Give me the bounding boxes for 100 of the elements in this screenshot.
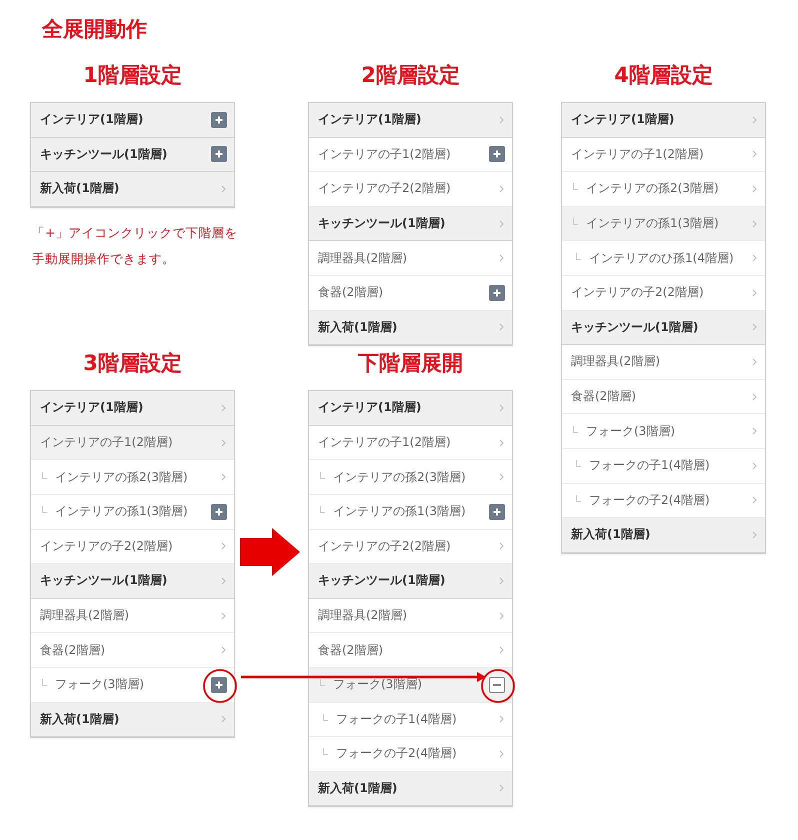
chevron-icon xyxy=(221,715,226,724)
collapse-button[interactable] xyxy=(489,676,505,693)
menu-item[interactable]: インテリアのひ孫1(4階層) xyxy=(562,241,765,276)
chevron-icon xyxy=(221,184,226,193)
chevron-icon xyxy=(499,254,504,262)
chevron-icon xyxy=(221,542,226,550)
chevron-icon xyxy=(752,150,757,158)
menu-item[interactable]: フォークの子2(4階層) xyxy=(309,737,512,772)
chevron-icon xyxy=(499,473,504,482)
chevron-icon xyxy=(752,116,757,124)
menu-item[interactable]: 新入荷(1階層) xyxy=(31,172,234,207)
menu-item[interactable]: フォーク(3階層) xyxy=(31,668,234,702)
menu-item[interactable]: インテリアの子2(2階層) xyxy=(309,172,512,207)
section-title: 下階層展開 xyxy=(357,350,464,378)
expand-button[interactable] xyxy=(489,146,505,162)
menu-item[interactable]: キッチンツール(1階層) xyxy=(562,310,765,346)
menu-item[interactable]: インテリアの孫2(3階層) xyxy=(562,172,765,207)
menu-item[interactable]: インテリア(1階層) xyxy=(309,391,512,426)
expand-button[interactable] xyxy=(211,112,227,128)
menu-item[interactable]: インテリア(1階層) xyxy=(31,391,234,426)
branch-icon xyxy=(42,679,47,686)
menu-item[interactable]: フォーク(3階層) xyxy=(309,668,512,702)
chevron-icon xyxy=(221,404,226,412)
chevron-icon xyxy=(752,288,757,297)
chevron-icon xyxy=(752,254,757,262)
menu-item[interactable]: 調理器具(2階層) xyxy=(309,598,512,634)
branch-icon xyxy=(576,460,581,468)
chevron-icon xyxy=(499,323,504,332)
chevron-icon xyxy=(752,392,757,401)
menu-item[interactable]: インテリアの孫1(3階層) xyxy=(31,494,234,530)
expand-button[interactable] xyxy=(211,146,227,162)
menu-item[interactable]: 調理器具(2階層) xyxy=(562,345,765,380)
chevron-icon xyxy=(499,184,504,193)
menu-item[interactable]: インテリアの子2(2階層) xyxy=(309,530,512,564)
menu-item[interactable]: 食器(2階層) xyxy=(309,633,512,668)
menu-item[interactable]: キッチンツール(1階層) xyxy=(31,564,234,599)
menu-item[interactable]: 新入荷(1階層) xyxy=(309,310,512,346)
menu-item[interactable]: 調理器具(2階層) xyxy=(309,241,512,276)
expand-button[interactable] xyxy=(489,284,505,301)
expand-button[interactable] xyxy=(211,676,227,693)
branch-icon xyxy=(573,183,578,190)
branch-icon xyxy=(573,426,578,433)
branch-icon xyxy=(323,714,328,721)
chevron-icon xyxy=(752,427,757,436)
chevron-icon xyxy=(221,438,226,447)
menu-item[interactable]: インテリアの孫2(3階層) xyxy=(309,460,512,495)
menu-item[interactable]: インテリアの子2(2階層) xyxy=(31,530,234,564)
menu-item[interactable]: 新入荷(1階層) xyxy=(309,772,512,806)
menu-item[interactable]: インテリアの子1(2階層) xyxy=(562,138,765,172)
menu-item[interactable]: 調理器具(2階層) xyxy=(31,598,234,634)
menu-item[interactable]: 食器(2階層) xyxy=(31,633,234,668)
chevron-icon xyxy=(499,220,504,228)
chevron-icon xyxy=(499,750,504,758)
chevron-icon xyxy=(752,220,757,228)
branch-icon xyxy=(576,252,581,260)
menu-item[interactable]: インテリアの孫1(3階層) xyxy=(309,494,512,530)
menu-item[interactable]: 新入荷(1階層) xyxy=(31,702,234,738)
branch-icon xyxy=(576,494,581,502)
section-title: 2階層設定 xyxy=(360,62,461,89)
menu-item[interactable]: フォークの子2(4階層) xyxy=(562,484,765,518)
menu-item[interactable]: インテリアの孫2(3階層) xyxy=(31,460,234,495)
chevron-icon xyxy=(752,496,757,504)
menu-item[interactable]: キッチンツール(1階層) xyxy=(31,138,234,172)
menu-item[interactable]: フォークの子1(4階層) xyxy=(309,702,512,738)
section-title: 3階層設定 xyxy=(82,350,183,378)
menu-item[interactable]: インテリアの子1(2階層) xyxy=(31,426,234,460)
chevron-icon xyxy=(221,473,226,482)
menu-item[interactable]: 新入荷(1階層) xyxy=(562,518,765,553)
chevron-icon xyxy=(499,646,504,654)
instruction-note: 「+」アイコンクリックで下階層を 手動展開操作できます。 xyxy=(32,224,235,268)
chevron-icon xyxy=(221,646,226,654)
branch-icon xyxy=(42,472,47,479)
page-heading: 全展開動作 xyxy=(40,16,148,42)
menu-item[interactable]: インテリアの子1(2階層) xyxy=(309,426,512,460)
menu-item[interactable]: インテリアの子1(2階層) xyxy=(309,138,512,172)
highlight-circle xyxy=(481,669,515,703)
branch-icon xyxy=(320,679,325,686)
expand-button[interactable] xyxy=(489,504,505,520)
menu-item[interactable]: フォーク(3階層) xyxy=(562,414,765,449)
menu-item[interactable]: 食器(2階層) xyxy=(309,276,512,311)
menu-item[interactable]: インテリア(1階層) xyxy=(309,103,512,138)
menu-item[interactable]: インテリアの子2(2階層) xyxy=(562,276,765,311)
menu-item[interactable]: インテリアの孫1(3階層) xyxy=(562,206,765,242)
menu-item[interactable]: 食器(2階層) xyxy=(562,380,765,414)
highlight-circle xyxy=(203,669,237,703)
expand-button[interactable] xyxy=(211,504,227,520)
menu-item[interactable]: フォークの子1(4階層) xyxy=(562,448,765,484)
section-title: 1階層設定 xyxy=(82,62,183,89)
menu-item[interactable]: キッチンツール(1階層) xyxy=(309,564,512,599)
chevron-icon xyxy=(752,184,757,193)
chevron-icon xyxy=(752,323,757,332)
menu-item[interactable]: インテリア(1階層) xyxy=(31,103,234,138)
chevron-icon xyxy=(499,612,504,620)
branch-icon xyxy=(323,748,328,756)
chevron-icon xyxy=(499,404,504,412)
menu-item[interactable]: キッチンツール(1階層) xyxy=(309,206,512,242)
chevron-icon xyxy=(499,576,504,585)
chevron-icon xyxy=(499,438,504,447)
menu-item[interactable]: インテリア(1階層) xyxy=(562,103,765,138)
section-title: 4階層設定 xyxy=(613,62,714,89)
